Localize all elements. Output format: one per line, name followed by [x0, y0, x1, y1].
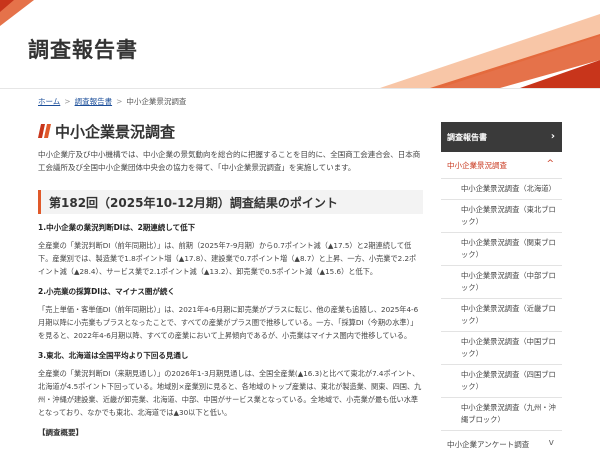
point-heading-1: 1.中小企業の業況判断DIは、2期連続して低下 — [38, 223, 196, 232]
sidebar-item-hokkaido[interactable]: 中小企業景況調査（北海道） — [441, 179, 562, 200]
sidebar-active-label: 中小企業景況調査 — [447, 160, 507, 170]
sidebar-sublist: 中小企業景況調査（北海道） 中小企業景況調査（東北ブロック） 中小企業景況調査（… — [441, 179, 562, 431]
sidebar-item-tohoku[interactable]: 中小企業景況調査（東北ブロック） — [441, 200, 562, 233]
breadcrumb-reports-link[interactable]: 調査報告書 — [75, 97, 113, 106]
sidebar-header-label: 調査報告書 — [447, 132, 487, 142]
intro-text: 中小企業庁及び中小機構では、中小企業の景気動向を総合的に把握することを目的に、全… — [38, 150, 421, 172]
sidebar-nav: 調査報告書 › 中小企業景況調査 ^ 中小企業景況調査（北海道） 中小企業景況調… — [441, 122, 562, 457]
page-heading: 調査報告書 — [28, 38, 138, 62]
point-body-3: 全産業の「業況判断DI（来期見通し）」の2026年1-3月期見通しは、全国全産業… — [38, 369, 422, 417]
breadcrumb-current: 中小企業景況調査 — [126, 97, 187, 106]
section-title: 第182回（2025年10-12月期）調査結果のポイント — [38, 190, 423, 214]
sidebar-header-link[interactable]: 調査報告書 › — [441, 122, 562, 152]
sidebar-item-questionnaire[interactable]: 中小企業アンケート調査 v — [441, 431, 562, 457]
header-divider — [0, 88, 600, 89]
sidebar-item-kanto[interactable]: 中小企業景況調査（関東ブロック） — [441, 233, 562, 266]
sidebar-item-shikoku[interactable]: 中小企業景況調査（四国ブロック） — [441, 365, 562, 398]
point-body-1: 全産業の「業況判断DI（前年同期比）」は、前期（2025年7-9月期）から0.7… — [38, 241, 417, 276]
sidebar-item-chubu[interactable]: 中小企業景況調査（中部ブロック） — [441, 266, 562, 299]
sidebar-item-chugoku[interactable]: 中小企業景況調査（中国ブロック） — [441, 332, 562, 365]
outline-heading: 【調査概要】 — [38, 428, 83, 437]
title-slash-icon — [38, 124, 51, 138]
page-title: 中小企業景況調査 — [55, 122, 176, 141]
chevron-right-icon: › — [550, 131, 555, 142]
sidebar-other-label: 中小企業アンケート調査 — [447, 439, 530, 449]
sidebar-item-kinki[interactable]: 中小企業景況調査（近畿ブロック） — [441, 299, 562, 332]
breadcrumb-separator: > — [64, 97, 71, 106]
chevron-up-icon: ^ — [546, 159, 554, 169]
main-content: 中小企業景況調査 中小企業庁及び中小機構では、中小企業の景気動向を総合的に把握す… — [38, 118, 423, 438]
breadcrumb: ホーム > 調査報告書 > 中小企業景況調査 — [38, 96, 186, 107]
point-body-2: 「売上単価・客単価DI（前年同期比）」は、2021年4-6月期に卸売業がプラスに… — [38, 305, 419, 340]
title-row: 中小企業景況調査 — [38, 118, 423, 144]
breadcrumb-separator: > — [116, 97, 123, 106]
sidebar-item-active[interactable]: 中小企業景況調査 ^ — [441, 152, 562, 179]
breadcrumb-home-link[interactable]: ホーム — [38, 97, 60, 106]
point-heading-2: 2.小売業の採算DIは、マイナス圏が続く — [38, 287, 175, 296]
point-heading-3: 3.東北、北海道は全国平均より下回る見通し — [38, 351, 189, 360]
chevron-down-icon: v — [548, 438, 554, 448]
sidebar-item-kyushu[interactable]: 中小企業景況調査（九州・沖縄ブロック） — [441, 398, 562, 431]
site-header: 調査報告書 — [0, 0, 600, 88]
